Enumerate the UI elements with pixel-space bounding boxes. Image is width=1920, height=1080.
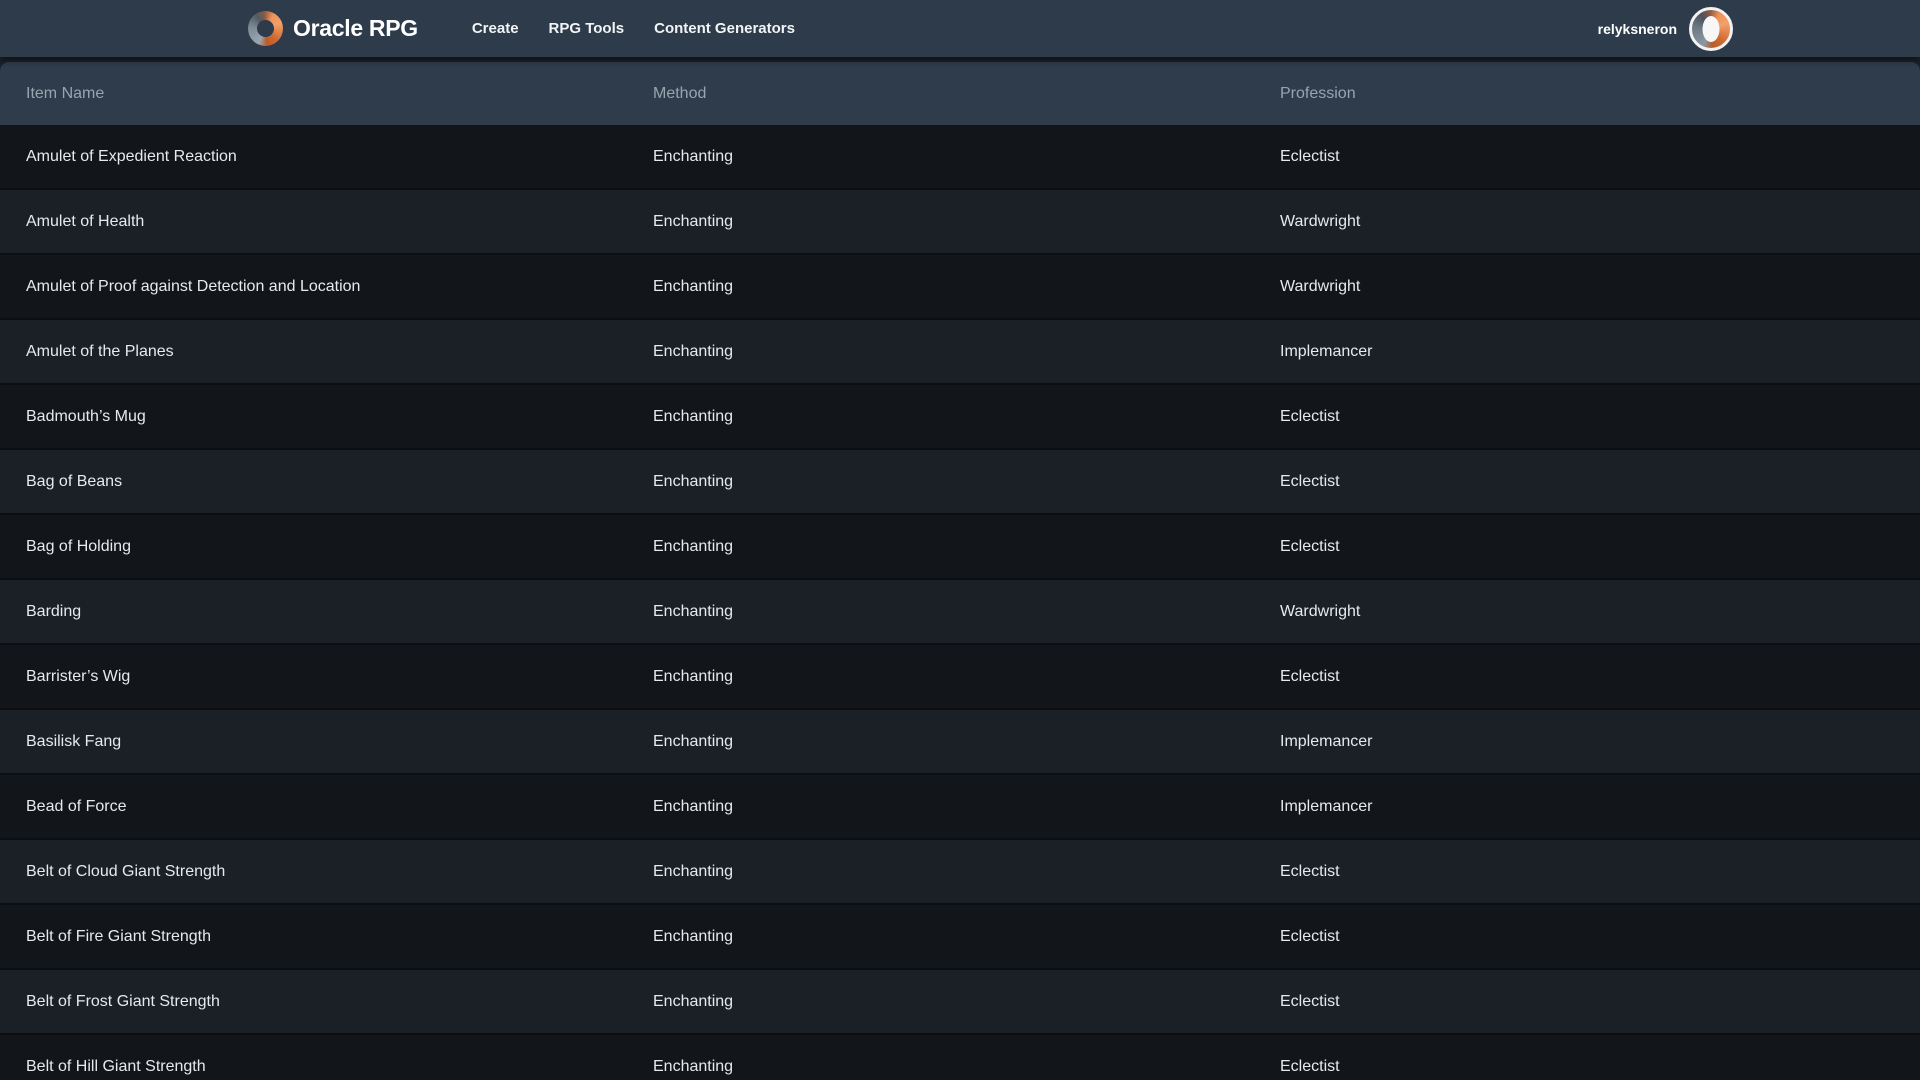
- profession-cell: Implemancer: [1280, 733, 1920, 751]
- profession-cell: Wardwright: [1280, 603, 1920, 621]
- profession-cell: Wardwright: [1280, 213, 1920, 231]
- table-row[interactable]: Amulet of Proof against Detection and Lo…: [0, 255, 1920, 320]
- table-row[interactable]: Badmouth’s MugEnchantingEclectist: [0, 385, 1920, 450]
- item-name-cell: Barding: [26, 603, 653, 621]
- method-cell: Enchanting: [653, 213, 1280, 231]
- method-cell: Enchanting: [653, 278, 1280, 296]
- profession-cell: Implemancer: [1280, 798, 1920, 816]
- table-row[interactable]: Amulet of HealthEnchantingWardwright: [0, 190, 1920, 255]
- table-row[interactable]: Barrister’s WigEnchantingEclectist: [0, 645, 1920, 710]
- table-row[interactable]: Amulet of the PlanesEnchantingImplemance…: [0, 320, 1920, 385]
- profession-cell: Eclectist: [1280, 473, 1920, 491]
- item-name-cell: Belt of Fire Giant Strength: [26, 928, 653, 946]
- profession-cell: Eclectist: [1280, 928, 1920, 946]
- method-cell: Enchanting: [653, 343, 1280, 361]
- column-header-item-name: Item Name: [26, 85, 653, 103]
- item-name-cell: Belt of Hill Giant Strength: [26, 1058, 653, 1076]
- profession-cell: Eclectist: [1280, 668, 1920, 686]
- item-name-cell: Barrister’s Wig: [26, 668, 653, 686]
- method-cell: Enchanting: [653, 863, 1280, 881]
- method-cell: Enchanting: [653, 148, 1280, 166]
- nav-link-create[interactable]: Create: [472, 20, 519, 37]
- method-cell: Enchanting: [653, 1058, 1280, 1076]
- table-row[interactable]: Basilisk FangEnchantingImplemancer: [0, 710, 1920, 775]
- table-row[interactable]: Amulet of Expedient ReactionEnchantingEc…: [0, 125, 1920, 190]
- method-cell: Enchanting: [653, 538, 1280, 556]
- item-name-cell: Amulet of Expedient Reaction: [26, 148, 653, 166]
- method-cell: Enchanting: [653, 603, 1280, 621]
- nav-link-content-generators[interactable]: Content Generators: [654, 20, 795, 37]
- table-row[interactable]: Belt of Cloud Giant StrengthEnchantingEc…: [0, 840, 1920, 905]
- nav-user-group: relyksneron: [1598, 7, 1733, 51]
- table-row[interactable]: Belt of Frost Giant StrengthEnchantingEc…: [0, 970, 1920, 1035]
- item-name-cell: Belt of Frost Giant Strength: [26, 993, 653, 1011]
- primary-nav-links: Create RPG Tools Content Generators: [442, 20, 795, 37]
- user-avatar[interactable]: [1689, 7, 1733, 51]
- item-name-cell: Basilisk Fang: [26, 733, 653, 751]
- profession-cell: Eclectist: [1280, 408, 1920, 426]
- top-navigation-bar: Oracle RPG Create RPG Tools Content Gene…: [0, 0, 1920, 57]
- item-name-cell: Bead of Force: [26, 798, 653, 816]
- items-table: Item Name Method Profession Amulet of Ex…: [0, 62, 1920, 1080]
- profession-cell: Wardwright: [1280, 278, 1920, 296]
- username-label[interactable]: relyksneron: [1598, 21, 1677, 37]
- profession-cell: Eclectist: [1280, 863, 1920, 881]
- item-name-cell: Amulet of Health: [26, 213, 653, 231]
- profession-cell: Eclectist: [1280, 538, 1920, 556]
- item-name-cell: Bag of Holding: [26, 538, 653, 556]
- nav-link-rpg-tools[interactable]: RPG Tools: [549, 20, 625, 37]
- table-body: Amulet of Expedient ReactionEnchantingEc…: [0, 125, 1920, 1080]
- method-cell: Enchanting: [653, 668, 1280, 686]
- method-cell: Enchanting: [653, 733, 1280, 751]
- nav-left-group: Oracle RPG Create RPG Tools Content Gene…: [248, 11, 795, 46]
- table-row[interactable]: Belt of Fire Giant StrengthEnchantingEcl…: [0, 905, 1920, 970]
- item-name-cell: Bag of Beans: [26, 473, 653, 491]
- method-cell: Enchanting: [653, 993, 1280, 1011]
- profession-cell: Implemancer: [1280, 343, 1920, 361]
- method-cell: Enchanting: [653, 798, 1280, 816]
- item-name-cell: Amulet of Proof against Detection and Lo…: [26, 278, 653, 296]
- table-row[interactable]: Bead of ForceEnchantingImplemancer: [0, 775, 1920, 840]
- column-header-profession: Profession: [1280, 85, 1920, 103]
- table-row[interactable]: Bag of BeansEnchantingEclectist: [0, 450, 1920, 515]
- item-name-cell: Amulet of the Planes: [26, 343, 653, 361]
- table-row[interactable]: Bag of HoldingEnchantingEclectist: [0, 515, 1920, 580]
- item-name-cell: Belt of Cloud Giant Strength: [26, 863, 653, 881]
- method-cell: Enchanting: [653, 928, 1280, 946]
- profession-cell: Eclectist: [1280, 993, 1920, 1011]
- item-name-cell: Badmouth’s Mug: [26, 408, 653, 426]
- table-row[interactable]: Belt of Hill Giant StrengthEnchantingEcl…: [0, 1035, 1920, 1080]
- profession-cell: Eclectist: [1280, 148, 1920, 166]
- oracle-rpg-logo-icon[interactable]: [248, 11, 283, 46]
- method-cell: Enchanting: [653, 408, 1280, 426]
- method-cell: Enchanting: [653, 473, 1280, 491]
- column-header-method: Method: [653, 85, 1280, 103]
- table-row[interactable]: BardingEnchantingWardwright: [0, 580, 1920, 645]
- profession-cell: Eclectist: [1280, 1058, 1920, 1076]
- table-header-row: Item Name Method Profession: [0, 62, 1920, 125]
- brand-title[interactable]: Oracle RPG: [293, 15, 418, 42]
